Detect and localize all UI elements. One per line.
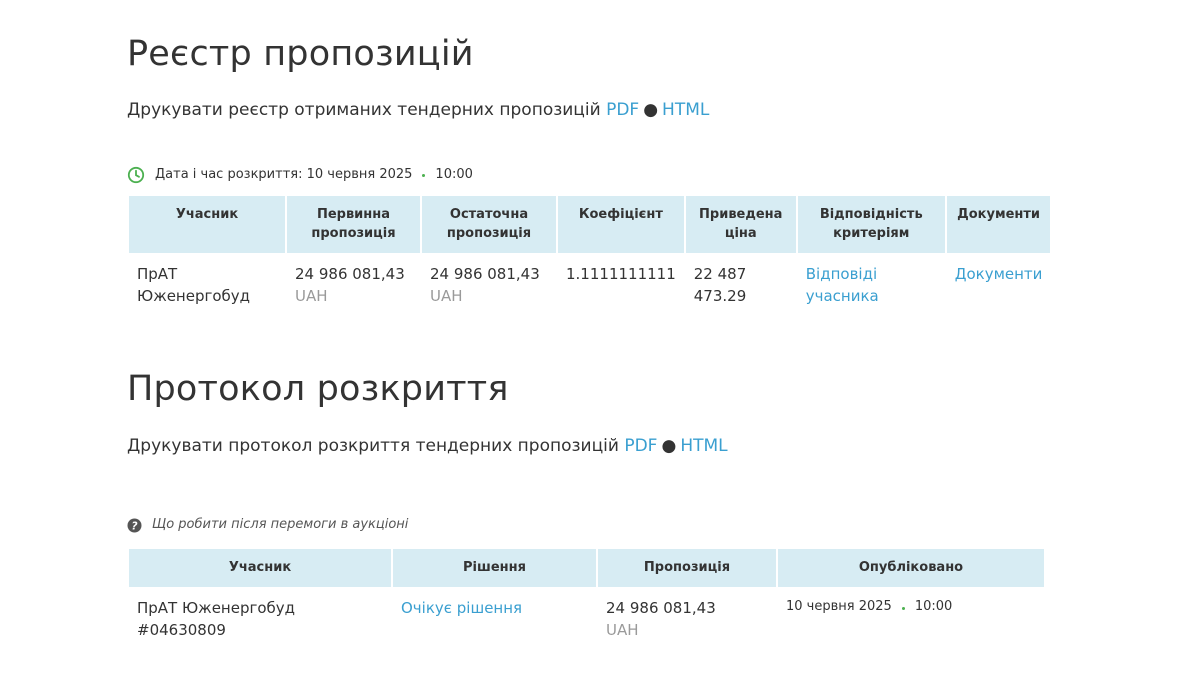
participant-name: ПрАТ Юженергобуд #04630809 <box>137 599 296 639</box>
offer-cell: 24 986 081,43 UAH <box>598 587 776 641</box>
protocol-html-link[interactable]: HTML <box>680 436 727 456</box>
protocol-print-text: Друкувати протокол розкриття тендерних п… <box>127 436 619 456</box>
col-header-participant: Учасник <box>129 196 285 253</box>
col-header-decision: Рішення <box>393 549 596 587</box>
separator-bullet: ● <box>643 100 659 120</box>
offer-currency: UAH <box>606 621 639 639</box>
svg-text:?: ? <box>131 520 137 532</box>
opening-time: 10:00 <box>435 167 473 182</box>
published-date: 10 червня 2025 <box>786 599 892 614</box>
dot-separator <box>901 607 905 610</box>
registry-title: Реєстр пропозицій <box>127 34 474 74</box>
registry-table-header: Учасник Первинна пропозиція Остаточна пр… <box>129 196 1051 253</box>
page: Реєстр пропозицій Друкувати реєстр отрим… <box>0 0 1203 675</box>
initial-offer-currency: UAH <box>295 287 328 305</box>
help-link-line[interactable]: ? Що робити після перемоги в аукціоні <box>127 515 408 535</box>
protocol-print-line: Друкувати протокол розкриття тендерних п… <box>127 434 728 458</box>
col-header-initial-offer: Первинна пропозиція <box>287 196 420 253</box>
col-header-final-offer: Остаточна пропозиція <box>422 196 556 253</box>
documents-link[interactable]: Документи <box>955 265 1043 283</box>
table-row: ПрАТ Юженергобуд #04630809 Очікує рішенн… <box>129 587 1044 641</box>
col-header-offer: Пропозиція <box>598 549 776 587</box>
participant-answers-link[interactable]: Відповіді учасника <box>806 265 879 305</box>
published-cell: 10 червня 2025 10:00 <box>778 587 1044 641</box>
criteria-cell: Відповіді учасника <box>798 253 945 307</box>
initial-offer-cell: 24 986 081,43 UAH <box>287 253 420 307</box>
protocol-table: Учасник Рішення Пропозиція Опубліковано … <box>127 549 1046 641</box>
offer-amount: 24 986 081,43 <box>606 599 716 617</box>
decision-cell: Очікує рішення <box>393 587 596 641</box>
col-header-published: Опубліковано <box>778 549 1044 587</box>
opening-datetime: Дата і час розкриття: 10 червня 2025 10:… <box>127 165 473 185</box>
protocol-pdf-link[interactable]: PDF <box>624 436 657 456</box>
registry-table: Учасник Первинна пропозиція Остаточна пр… <box>127 196 1052 307</box>
table-row: ПрАТ Юженергобуд 24 986 081,43 UAH 24 98… <box>129 253 1050 307</box>
registry-pdf-link[interactable]: PDF <box>606 100 639 120</box>
documents-cell: Документи <box>947 253 1051 307</box>
col-header-participant: Учасник <box>129 549 391 587</box>
coefficient-value: 1.1111111111 <box>566 265 676 283</box>
col-header-criteria-match: Відповідність критеріям <box>797 196 945 253</box>
final-offer-amount: 24 986 081,43 <box>430 265 540 283</box>
registry-print-line: Друкувати реєстр отриманих тендерних про… <box>127 98 709 122</box>
dot-separator <box>422 173 426 177</box>
final-offer-cell: 24 986 081,43 UAH <box>422 253 556 307</box>
decision-status-link[interactable]: Очікує рішення <box>401 599 522 617</box>
participant-name: ПрАТ Юженергобуд <box>137 265 251 305</box>
registry-print-text: Друкувати реєстр отриманих тендерних про… <box>127 100 601 120</box>
col-header-coefficient: Коефіцієнт <box>558 196 684 253</box>
clock-icon <box>127 166 145 184</box>
question-circle-icon: ? <box>127 518 142 533</box>
opening-date-label: Дата і час розкриття: 10 червня 2025 <box>155 167 413 182</box>
final-offer-currency: UAH <box>430 287 463 305</box>
help-text[interactable]: Що робити після перемоги в аукціоні <box>152 515 408 535</box>
separator-bullet: ● <box>661 436 677 456</box>
registry-html-link[interactable]: HTML <box>662 100 709 120</box>
protocol-table-header: Учасник Рішення Пропозиція Опубліковано <box>129 549 1044 587</box>
published-time: 10:00 <box>914 599 953 614</box>
adjusted-price-value: 22 487 473.29 <box>693 265 747 305</box>
col-header-documents: Документи <box>946 196 1051 253</box>
col-header-adjusted-price: Приведена ціна <box>685 196 796 253</box>
protocol-title: Протокол розкриття <box>127 369 509 409</box>
initial-offer-amount: 24 986 081,43 <box>295 265 405 283</box>
